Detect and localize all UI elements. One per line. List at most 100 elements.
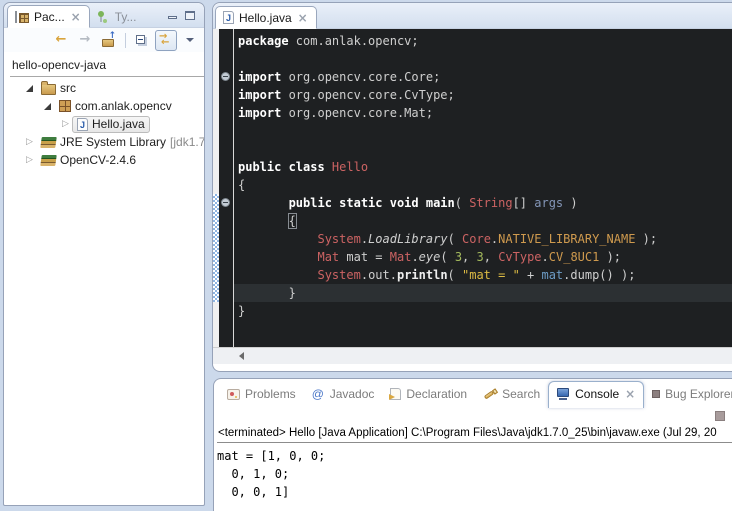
- console-line: 0, 0, 1]: [217, 483, 732, 501]
- console-toolbar-fragment[interactable]: [715, 411, 725, 421]
- forward-icon: [78, 33, 92, 47]
- code-token: import: [238, 106, 281, 120]
- collapse-all-button[interactable]: [131, 30, 153, 51]
- collapsed-arrow-icon[interactable]: ▷: [24, 137, 35, 148]
- tree-item-content: com.anlak.opencv: [54, 98, 177, 115]
- code-token: [238, 232, 317, 246]
- forward-button[interactable]: [74, 30, 96, 51]
- declaration-icon: [390, 388, 401, 400]
- code-token: System: [317, 232, 360, 246]
- tree-item-label: com.anlak.opencv: [75, 99, 172, 113]
- console-output: mat = [1, 0, 0; 0, 1, 0; 0, 0, 1]: [214, 443, 732, 501]
- link-editor-button[interactable]: [155, 30, 177, 51]
- package-explorer-panel: Pac...×Ty... hello-opencv-java src com.an…: [3, 2, 205, 506]
- code-line: public class Hello: [234, 158, 732, 176]
- fold-collapse-icon[interactable]: [221, 72, 230, 81]
- code-line: [234, 50, 732, 68]
- tree-item-content: JRE System Library [jdk1.7.0: [36, 134, 205, 151]
- code-token: {: [238, 178, 245, 192]
- code-token: 3: [455, 250, 462, 264]
- tab-console[interactable]: Console×: [548, 381, 644, 408]
- code-token: println: [397, 268, 448, 282]
- close-icon[interactable]: ×: [297, 12, 309, 24]
- editor-horizontal-scrollbar[interactable]: [213, 347, 732, 364]
- code-token: public static void main: [289, 196, 455, 210]
- tree-item-hello-java[interactable]: ▷ Hello.java: [4, 115, 204, 133]
- code-line: import org.opencv.core.Mat;: [234, 104, 732, 122]
- type-hierarchy-icon: [97, 11, 110, 23]
- code-token: org.opencv.core.Mat;: [281, 106, 433, 120]
- code-token: CvType: [498, 250, 541, 264]
- code-token: (: [448, 268, 462, 282]
- tree-item-com-anlak-opencv[interactable]: com.anlak.opencv: [4, 97, 204, 115]
- collapsed-arrow-icon[interactable]: ▷: [24, 155, 35, 166]
- view-menu-button[interactable]: [179, 30, 201, 51]
- tree-item-content: OpenCV-2.4.6: [36, 152, 141, 169]
- tree-item-jre-system-library[interactable]: ▷JRE System Library [jdk1.7.0: [4, 133, 204, 151]
- code-line: Mat mat = Mat.eye( 3, 3, CvType.CV_8UC1 …: [234, 248, 732, 266]
- collapse-all-icon: [136, 35, 148, 46]
- javadoc-icon: [312, 388, 325, 401]
- eclipse-workbench: { "icons": { "close_glyph": "×", "collap…: [0, 0, 732, 511]
- package-icon: [59, 100, 71, 112]
- console-line: 0, 1, 0;: [217, 465, 732, 483]
- code-token: String: [469, 196, 512, 210]
- code-token: );: [599, 250, 621, 264]
- code-line: {: [234, 176, 732, 194]
- bottom-tabbar: Problems Javadoc Declaration Search Console×…: [214, 379, 732, 409]
- tab-label: Search: [502, 387, 540, 401]
- library-icon: [40, 155, 57, 166]
- tree-item-content: Hello.java: [72, 116, 150, 133]
- tab-label: Javadoc: [330, 387, 375, 401]
- tab-pac[interactable]: Pac...×: [7, 5, 90, 28]
- tab-bug-explorer[interactable]: Bug Explorer: [644, 383, 732, 405]
- fold-collapse-icon[interactable]: [221, 198, 230, 207]
- code-token: [238, 268, 317, 282]
- scroll-left-arrow-icon[interactable]: [235, 352, 244, 360]
- tree-item-label: Hello.java: [92, 117, 145, 131]
- console-panel: Problems Javadoc Declaration Search Console×…: [213, 378, 732, 511]
- back-button[interactable]: [50, 30, 72, 51]
- editor-body: package com.anlak.opencv;import org.open…: [213, 29, 732, 347]
- tab-search[interactable]: Search: [475, 383, 548, 405]
- code-token: (: [448, 232, 462, 246]
- up-button[interactable]: [98, 30, 120, 51]
- code-token: args: [534, 196, 563, 210]
- code-token: System: [317, 268, 360, 282]
- expanded-arrow-icon[interactable]: [24, 83, 35, 94]
- back-icon: [54, 33, 68, 47]
- package-explorer-icon: [15, 11, 29, 23]
- code-token: ,: [462, 250, 476, 264]
- tree-item-opencv-2-4-6[interactable]: ▷ OpenCV-2.4.6: [4, 151, 204, 169]
- expanded-arrow-icon[interactable]: [42, 101, 53, 112]
- close-icon[interactable]: ×: [70, 11, 82, 23]
- close-icon[interactable]: ×: [624, 388, 636, 400]
- code-token: (: [455, 196, 469, 210]
- package-folder-icon: [41, 84, 56, 95]
- code-token: eye: [419, 250, 441, 264]
- collapsed-arrow-icon[interactable]: ▷: [60, 119, 71, 130]
- tab-problems[interactable]: Problems: [219, 383, 304, 405]
- code-line: [234, 122, 732, 140]
- editor-code-area[interactable]: package com.anlak.opencv;import org.open…: [234, 29, 732, 347]
- tab-declaration[interactable]: Declaration: [382, 383, 475, 405]
- code-line: {: [234, 212, 732, 230]
- project-name[interactable]: hello-opencv-java: [4, 52, 204, 74]
- code-token: +: [520, 268, 542, 282]
- tab-hello-java[interactable]: Hello.java ×: [215, 6, 317, 29]
- editor-tabbar: Hello.java ×: [213, 3, 732, 29]
- code-token: .out.: [361, 268, 397, 282]
- tree-item-label: OpenCV-2.4.6: [60, 153, 136, 167]
- maximize-icon: [185, 11, 195, 20]
- tab-javadoc[interactable]: Javadoc: [304, 383, 383, 405]
- view-menu-icon: [185, 36, 195, 44]
- folding-ruler[interactable]: [219, 29, 233, 347]
- code-token: import: [238, 88, 281, 102]
- tab-ty[interactable]: Ty...: [90, 5, 144, 28]
- minimize-button[interactable]: [167, 11, 178, 21]
- console-line: mat = [1, 0, 0;: [217, 447, 732, 465]
- code-token: org.opencv.core.Core;: [281, 70, 440, 84]
- tree-item-src[interactable]: src: [4, 79, 204, 97]
- code-token: []: [513, 196, 535, 210]
- maximize-button[interactable]: [185, 11, 196, 21]
